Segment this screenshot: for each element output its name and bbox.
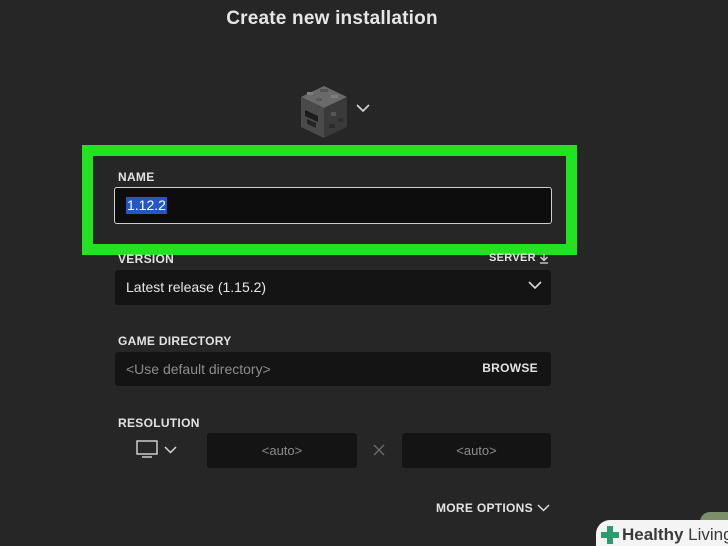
watermark-text: Healthy Living bbox=[622, 525, 728, 545]
resolution-label: RESOLUTION bbox=[118, 416, 200, 430]
more-options-label: MORE OPTIONS bbox=[436, 501, 533, 515]
resolution-width-input[interactable]: <auto> bbox=[207, 433, 357, 468]
times-icon bbox=[373, 444, 385, 456]
server-link-label: SERVER bbox=[489, 252, 536, 264]
chevron-down-icon bbox=[356, 104, 370, 113]
installation-icon-picker[interactable] bbox=[298, 86, 378, 138]
server-download-link[interactable]: SERVER bbox=[489, 252, 549, 264]
monitor-select[interactable] bbox=[136, 440, 180, 462]
watermark: Healthy Living bbox=[596, 520, 728, 546]
chevron-down-icon bbox=[528, 281, 542, 290]
more-options-toggle[interactable]: MORE OPTIONS bbox=[436, 501, 550, 515]
version-select[interactable]: Latest release (1.15.2) bbox=[115, 270, 551, 305]
furnace-block-icon bbox=[301, 86, 347, 138]
monitor-icon bbox=[136, 440, 158, 458]
game-directory-label: GAME DIRECTORY bbox=[118, 334, 232, 348]
resolution-width-value: <auto> bbox=[261, 443, 303, 458]
dialog-title: Create new installation bbox=[226, 8, 438, 29]
name-input-value: 1.12.2 bbox=[126, 197, 167, 214]
watermark-brand-bold: Healthy bbox=[622, 525, 684, 544]
resolution-height-value: <auto> bbox=[456, 443, 497, 458]
resolution-height-input[interactable]: <auto> bbox=[402, 433, 551, 468]
name-input[interactable]: 1.12.2 bbox=[114, 187, 552, 224]
game-directory-placeholder: <Use default directory> bbox=[126, 361, 271, 377]
name-label: NAME bbox=[118, 170, 155, 184]
browse-button[interactable]: BROWSE bbox=[482, 361, 538, 375]
chevron-down-icon bbox=[164, 446, 177, 454]
download-icon bbox=[539, 253, 548, 264]
game-directory-input[interactable]: <Use default directory> BROWSE bbox=[115, 352, 551, 386]
version-label: VERSION bbox=[118, 252, 175, 266]
plus-cross-icon bbox=[601, 526, 619, 544]
watermark-brand-rest: Living bbox=[683, 525, 728, 544]
version-selected-value: Latest release (1.15.2) bbox=[126, 279, 267, 295]
chevron-down-icon bbox=[537, 504, 550, 512]
